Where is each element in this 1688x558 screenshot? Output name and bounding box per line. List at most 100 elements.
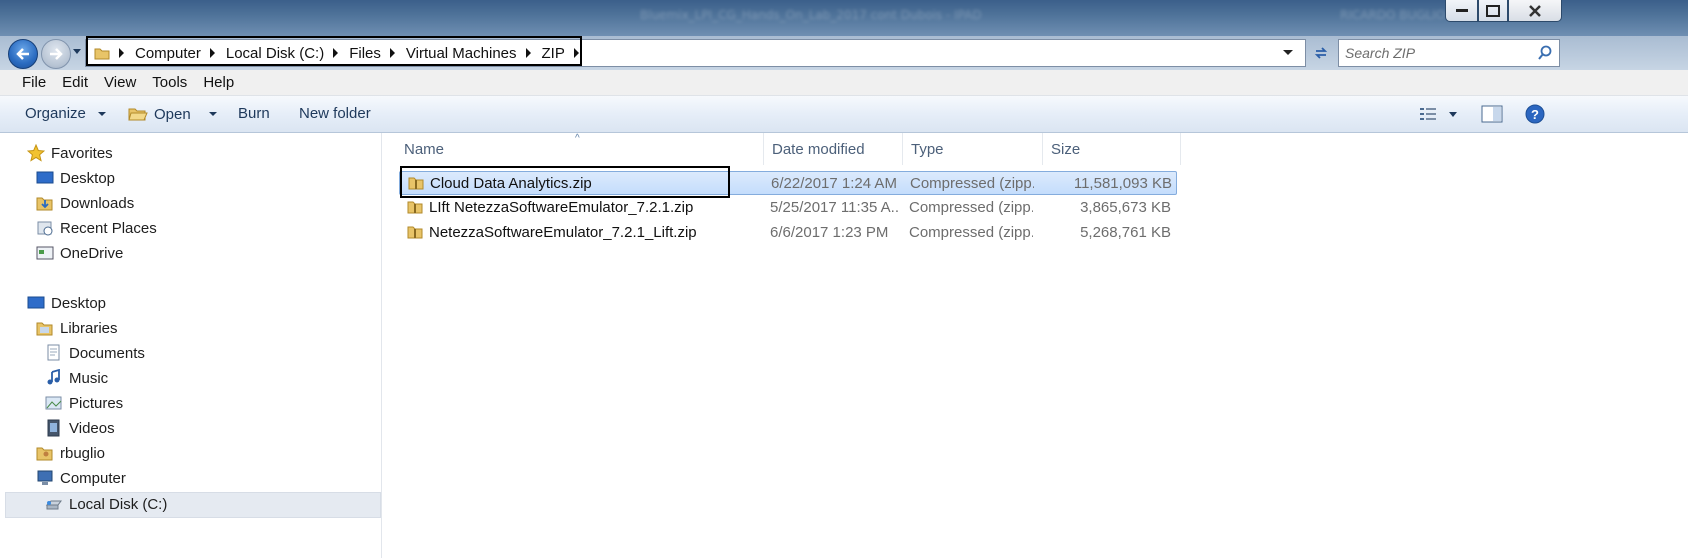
column-header-label: Name — [404, 140, 445, 158]
help-button[interactable]: ? — [1525, 104, 1545, 128]
navpane-fav-onedrive[interactable]: OneDrive — [36, 242, 123, 264]
new-folder-label: New folder — [299, 105, 371, 122]
navpane-favorites[interactable]: Favorites — [27, 142, 113, 164]
navpane-music[interactable]: Music — [45, 367, 108, 389]
navigation-pane: Favorites Desktop Downloads Recent Place… — [0, 133, 382, 558]
open-button[interactable]: Open — [128, 105, 217, 123]
navpane-desktop[interactable]: Desktop — [27, 292, 106, 314]
menu-bar: File Edit View Tools Help — [0, 70, 1688, 96]
local-disk-icon — [45, 500, 62, 510]
open-folder-icon — [128, 108, 148, 121]
navpane-documents[interactable]: Documents — [45, 342, 145, 364]
refresh-button[interactable] — [1309, 40, 1333, 66]
star-icon — [27, 144, 45, 162]
refresh-icon — [1314, 47, 1328, 59]
column-header-date[interactable]: Date modified — [764, 133, 903, 165]
file-row[interactable]: NetezzaSoftwareEmulator_7.2.1_Lift.zip 6… — [399, 221, 1177, 245]
menu-tools[interactable]: Tools — [144, 74, 195, 91]
navpane-fav-desktop[interactable]: Desktop — [36, 167, 115, 189]
breadcrumb-separator[interactable] — [525, 48, 531, 58]
navpane-fav-recent-places[interactable]: Recent Places — [36, 217, 157, 239]
menu-edit[interactable]: Edit — [54, 74, 96, 91]
navpane-libraries[interactable]: Libraries — [36, 317, 118, 339]
breadcrumb-separator[interactable] — [209, 48, 215, 58]
breadcrumb-files[interactable]: Files — [349, 45, 381, 62]
new-folder-button[interactable]: New folder — [299, 105, 371, 122]
file-type: Compressed (zipp... — [910, 175, 1034, 192]
user-folder-icon — [36, 447, 53, 461]
navpane-label: OneDrive — [60, 244, 124, 262]
file-size: 3,865,673 KB — [1080, 199, 1171, 216]
minimize-button[interactable] — [1445, 0, 1478, 22]
menu-file[interactable]: File — [14, 74, 54, 91]
column-header-type[interactable]: Type — [903, 133, 1043, 165]
navpane-pictures[interactable]: Pictures — [45, 392, 123, 414]
videos-icon — [47, 419, 60, 437]
navpane-videos[interactable]: Videos — [45, 417, 115, 439]
file-date: 6/6/2017 1:23 PM — [770, 224, 889, 241]
navpane-label: rbuglio — [60, 444, 106, 462]
close-icon — [1529, 4, 1541, 17]
open-label: Open — [154, 105, 191, 123]
close-button[interactable] — [1508, 0, 1562, 22]
pictures-icon — [45, 396, 62, 410]
file-name: NetezzaSoftwareEmulator_7.2.1_Lift.zip — [429, 224, 697, 241]
file-row[interactable]: Cloud Data Analytics.zip 6/22/2017 1:24 … — [399, 171, 1177, 195]
breadcrumb-separator[interactable] — [333, 48, 339, 58]
forward-button[interactable] — [41, 39, 71, 69]
chevron-down-icon — [97, 111, 106, 116]
burn-button[interactable]: Burn — [238, 105, 270, 122]
navpane-local-disk[interactable]: Local Disk (C:) — [45, 493, 167, 515]
recent-pages-dropdown[interactable] — [73, 49, 81, 54]
file-name: LIft NetezzaSoftwareEmulator_7.2.1.zip — [429, 199, 694, 216]
address-dropdown[interactable] — [1283, 50, 1293, 55]
column-header-name[interactable]: Name — [396, 133, 764, 165]
breadcrumb-local-disk[interactable]: Local Disk (C:) — [226, 45, 324, 62]
chevron-down-icon — [208, 112, 217, 116]
organize-button[interactable]: Organize — [25, 105, 106, 122]
maximize-button[interactable] — [1478, 0, 1508, 22]
breadcrumb-separator[interactable] — [389, 48, 395, 58]
navpane-label: Desktop — [51, 294, 107, 312]
navpane-label: Videos — [69, 419, 115, 437]
back-button[interactable] — [8, 39, 38, 69]
view-options-dropdown[interactable] — [1449, 112, 1457, 117]
search-icon[interactable] — [1537, 45, 1553, 61]
file-size: 5,268,761 KB — [1080, 224, 1171, 241]
folder-icon — [94, 48, 110, 60]
navpane-label: Downloads — [60, 194, 135, 212]
navpane-label: Local Disk (C:) — [69, 495, 168, 513]
address-bar[interactable]: Computer Local Disk (C:) Files Virtual M… — [85, 39, 1306, 67]
navpane-label: Desktop — [60, 169, 116, 187]
navpane-label: Computer — [60, 469, 126, 487]
window-user: RICARDO BUGLIO — [1340, 8, 1446, 22]
search-box[interactable] — [1338, 39, 1560, 67]
breadcrumb-separator[interactable] — [119, 48, 124, 58]
change-view-button[interactable] — [1419, 106, 1437, 126]
desktop-icon — [36, 171, 54, 184]
file-size: 11,581,093 KB — [1073, 175, 1172, 192]
breadcrumb-virtual-machines[interactable]: Virtual Machines — [406, 45, 517, 62]
menu-help[interactable]: Help — [195, 74, 242, 91]
navpane-fav-downloads[interactable]: Downloads — [36, 192, 134, 214]
preview-pane-button[interactable] — [1481, 105, 1503, 127]
recent-places-icon — [37, 221, 53, 236]
file-type: Compressed (zipp... — [909, 224, 1033, 241]
back-arrow-icon — [16, 48, 29, 60]
breadcrumb-separator[interactable] — [573, 48, 579, 58]
downloads-folder-icon — [36, 197, 53, 211]
computer-icon — [37, 470, 53, 485]
breadcrumb-computer[interactable]: Computer — [135, 45, 201, 62]
menu-view[interactable]: View — [96, 74, 144, 91]
breadcrumb-zip[interactable]: ZIP — [542, 45, 565, 62]
column-header-size[interactable]: Size — [1043, 133, 1181, 165]
navpane-favorites-label: Favorites — [51, 144, 113, 162]
navpane-computer[interactable]: Computer — [36, 467, 126, 489]
navpane-user-folder[interactable]: rbuglio — [36, 442, 105, 464]
file-row[interactable]: LIft NetezzaSoftwareEmulator_7.2.1.zip 5… — [399, 196, 1177, 220]
preview-pane-icon — [1481, 105, 1503, 123]
column-header-label: Date modified — [772, 140, 865, 158]
forward-arrow-icon — [50, 48, 63, 60]
window-title: Bluemix_LPI_CG_Hands_On_Lab_2017 cont Du… — [640, 8, 982, 22]
search-input[interactable] — [1345, 44, 1535, 62]
